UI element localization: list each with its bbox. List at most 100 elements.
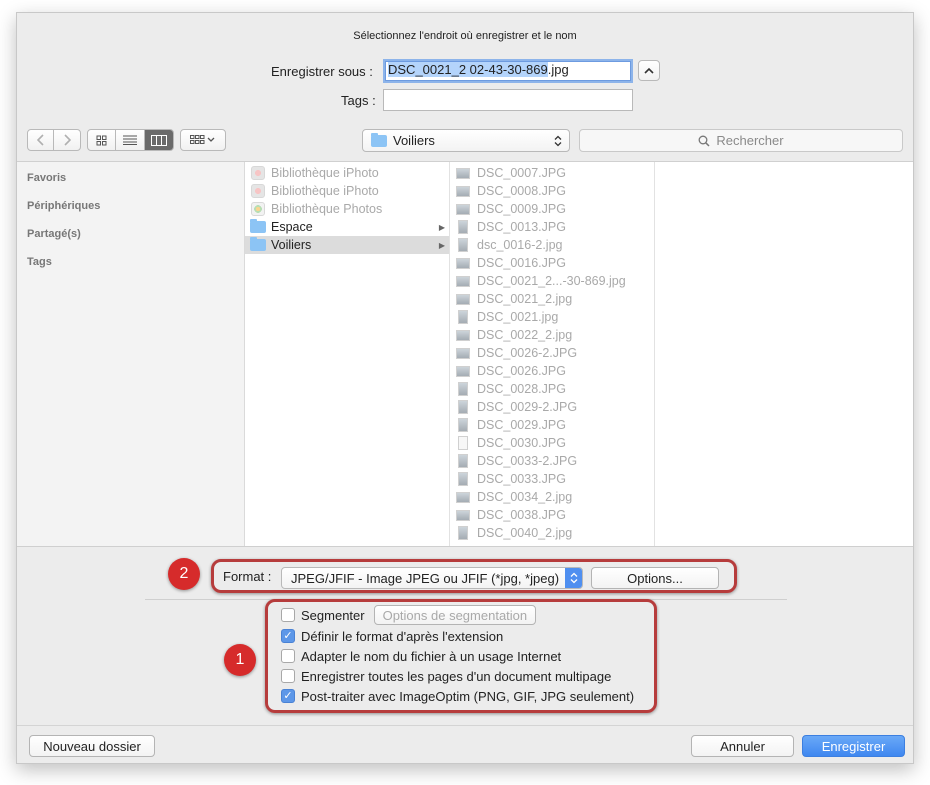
list-item[interactable]: Bibliothèque iPhoto <box>245 182 449 200</box>
tags-label: Tags : <box>341 93 376 108</box>
file-item[interactable]: DSC_0013.JPG <box>450 218 654 236</box>
file-item[interactable]: DSC_0007.JPG <box>450 164 654 182</box>
list-item[interactable]: Bibliothèque Photos <box>245 200 449 218</box>
option-label: Post-traiter avec ImageOptim (PNG, GIF, … <box>301 688 635 704</box>
save-button[interactable]: Enregistrer <box>802 735 905 757</box>
file-item[interactable]: DSC_0026.JPG <box>450 362 654 380</box>
chevron-right-icon <box>64 134 71 146</box>
new-folder-button[interactable]: Nouveau dossier <box>29 735 155 757</box>
option-row: ✓ Définir le format d'après l'extension <box>281 626 503 646</box>
option-row: Adapter le nom du fichier à un usage Int… <box>281 646 561 666</box>
column-view-button[interactable] <box>144 130 173 150</box>
file-item[interactable]: dsc_0016-2.jpg <box>450 236 654 254</box>
folder-icon <box>250 237 266 251</box>
popup-stepper <box>565 568 582 588</box>
file-item[interactable]: DSC_0021.jpg <box>450 308 654 326</box>
annotation-badge-2: 2 <box>168 558 200 590</box>
photos-library-icon <box>251 202 265 216</box>
internet-filename-checkbox[interactable] <box>281 649 295 663</box>
view-mode-control <box>87 129 174 151</box>
list-item-folder-espace[interactable]: Espace ▶ <box>245 218 449 236</box>
format-label: Format : <box>223 569 272 584</box>
cancel-button[interactable]: Annuler <box>691 735 794 757</box>
file-item[interactable]: DSC_0033-2.JPG <box>450 452 654 470</box>
file-item[interactable]: DSC_0038.JPG <box>450 506 654 524</box>
iphoto-library-icon <box>251 166 265 180</box>
disclosure-arrow-icon: ▶ <box>438 240 445 250</box>
save-as-field[interactable]: DSC_0021_2 02-43-30-869.jpg <box>383 59 633 83</box>
updown-chevron-icon <box>554 135 562 146</box>
image-thumbnail-icon <box>456 257 470 269</box>
segment-checkbox[interactable] <box>281 608 295 622</box>
save-all-pages-checkbox[interactable] <box>281 669 295 683</box>
file-item[interactable]: DSC_0022_2.jpg <box>450 326 654 344</box>
image-thumbnail-icon <box>456 329 470 341</box>
list-view-button[interactable] <box>116 130 145 150</box>
sidebar-section-shared[interactable]: Partagé(s) <box>27 228 81 240</box>
browser-column-2: DSC_0007.JPG DSC_0008.JPG DSC_0009.JPG D… <box>450 162 655 546</box>
file-item[interactable]: DSC_0029.JPG <box>450 416 654 434</box>
list-icon <box>123 135 138 145</box>
file-item[interactable]: DSC_0021_2.jpg <box>450 290 654 308</box>
segment-option: Segmenter Options de segmentation <box>281 605 537 625</box>
file-item[interactable]: DSC_0009.JPG <box>450 200 654 218</box>
icon-view-button[interactable] <box>88 130 117 150</box>
location-popup[interactable]: Voiliers <box>362 129 570 152</box>
tags-field[interactable] <box>383 89 633 111</box>
image-thumbnail-icon <box>456 275 470 287</box>
expand-dialog-button[interactable] <box>638 60 660 81</box>
save-as-extension: .jpg <box>547 62 569 77</box>
image-thumbnail-icon <box>456 347 470 359</box>
image-thumbnail-icon <box>456 203 470 215</box>
location-label: Voiliers <box>393 133 435 148</box>
save-as-selected-text: DSC_0021_2 02-43-30-869 <box>388 62 548 77</box>
image-thumbnail-icon <box>458 436 468 450</box>
file-item[interactable]: DSC_0008.JPG <box>450 182 654 200</box>
file-item[interactable]: DSC_0016.JPG <box>450 254 654 272</box>
browser-column-1: Bibliothèque iPhoto Bibliothèque iPhoto … <box>245 162 450 546</box>
option-row: Enregistrer toutes les pages d'un docume… <box>281 666 611 686</box>
file-item[interactable]: DSC_0021_2...-30-869.jpg <box>450 272 654 290</box>
image-thumbnail-icon <box>458 382 468 396</box>
arrange-grid-icon <box>190 135 215 144</box>
format-value: JPEG/JFIF - Image JPEG ou JFIF (*jpg, *j… <box>291 570 560 586</box>
arrange-button[interactable] <box>180 129 226 151</box>
format-popup[interactable]: JPEG/JFIF - Image JPEG ou JFIF (*jpg, *j… <box>281 567 583 589</box>
search-field[interactable]: Rechercher <box>579 129 903 152</box>
option-row: ✓ Post-traiter avec ImageOptim (PNG, GIF… <box>281 686 634 706</box>
option-label: Définir le format d'après l'extension <box>301 628 504 644</box>
image-thumbnail-icon <box>458 472 468 486</box>
file-item[interactable]: DSC_0033.JPG <box>450 470 654 488</box>
file-item[interactable]: DSC_0034_2.jpg <box>450 488 654 506</box>
file-item[interactable]: DSC_0040_2.jpg <box>450 524 654 542</box>
define-format-checkbox[interactable]: ✓ <box>281 629 295 643</box>
forward-button[interactable] <box>54 130 80 150</box>
back-button[interactable] <box>28 130 55 150</box>
format-options-button[interactable]: Options... <box>591 567 719 589</box>
image-thumbnail-icon <box>458 310 468 324</box>
file-item[interactable]: DSC_0030.JPG <box>450 434 654 452</box>
list-item[interactable]: Bibliothèque iPhoto <box>245 164 449 182</box>
disclosure-arrow-icon: ▶ <box>438 222 445 232</box>
list-item-folder-voiliers[interactable]: Voiliers ▶ <box>245 236 449 254</box>
image-thumbnail-icon <box>456 509 470 521</box>
sidebar-section-favorites[interactable]: Favoris <box>27 172 66 184</box>
file-item[interactable]: DSC_0026-2.JPG <box>450 344 654 362</box>
file-browser: Favoris Périphériques Partagé(s) Tags Bi… <box>17 161 913 547</box>
file-item[interactable]: DSC_0029-2.JPG <box>450 398 654 416</box>
file-item[interactable]: DSC_0028.JPG <box>450 380 654 398</box>
annotation-badge-1: 1 <box>224 644 256 676</box>
search-icon <box>698 135 710 147</box>
imageoptim-checkbox[interactable]: ✓ <box>281 689 295 703</box>
image-thumbnail-icon <box>456 365 470 377</box>
image-thumbnail-icon <box>456 185 470 197</box>
search-placeholder: Rechercher <box>716 133 784 148</box>
segmentation-options-button[interactable]: Options de segmentation <box>373 605 537 625</box>
dialog-message: Sélectionnez l'endroit où enregistrer et… <box>353 30 577 42</box>
columns-icon <box>150 134 167 146</box>
sidebar-section-tags[interactable]: Tags <box>27 256 52 268</box>
chevron-left-icon <box>36 134 44 146</box>
sidebar-section-devices[interactable]: Périphériques <box>27 200 100 212</box>
image-thumbnail-icon <box>458 400 468 414</box>
iphoto-library-icon <box>251 184 265 198</box>
